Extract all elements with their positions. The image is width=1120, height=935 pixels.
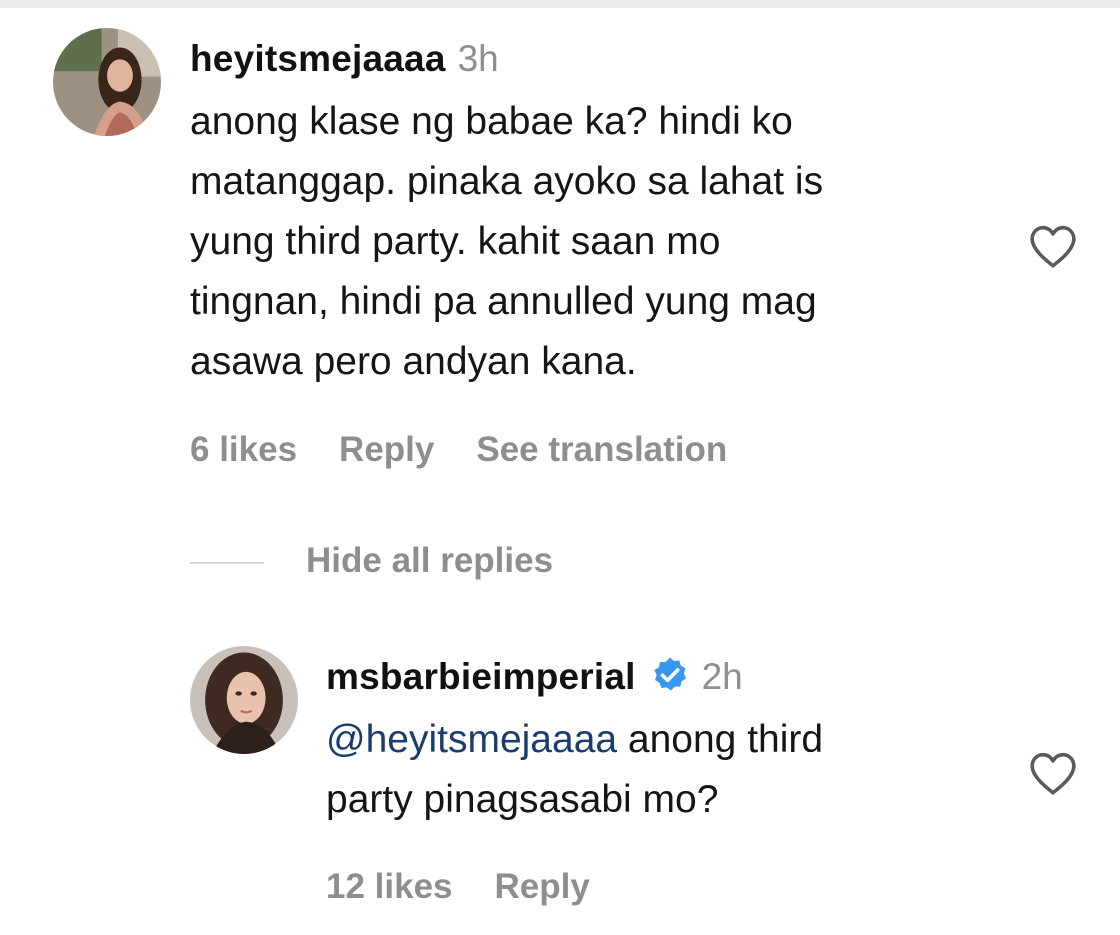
top-divider [0,0,1120,8]
likes-count[interactable]: 6 likes [190,430,297,469]
comment-username[interactable]: heyitsmejaaaa [190,38,446,79]
reply-actions: 12 likes Reply [326,867,632,907]
reply-line-rest: anong third [617,718,824,761]
heart-icon[interactable] [1028,750,1078,796]
comment-text: anong klase ng babae ka? hindi ko matang… [190,92,823,392]
see-translation-button[interactable]: See translation [476,430,727,469]
reply-username[interactable]: msbarbieimperial [326,656,636,697]
hide-replies-button[interactable]: Hide all replies [306,541,553,581]
comment-line: matanggap. pinaka ayoko sa lahat is [190,160,824,203]
reply-button[interactable]: Reply [495,867,590,906]
reply-line: party pinagsasabi mo? [326,778,719,821]
reply-time[interactable]: 2h [702,656,743,697]
avatar[interactable] [53,28,161,136]
comment-line: asawa pero andyan kana. [190,340,637,383]
replies-divider [190,562,264,564]
comment-time[interactable]: 3h [458,38,499,79]
likes-count[interactable]: 12 likes [326,867,453,906]
reply-text: @heyitsmejaaaa anong third party pinagsa… [326,710,823,830]
mention-link[interactable]: @heyitsmejaaaa [326,718,617,761]
comment-line: anong klase ng babae ka? hindi ko [190,100,793,143]
avatar[interactable] [190,646,298,754]
reply-line: @heyitsmejaaaa anong third [326,710,823,770]
verified-badge-icon [650,655,690,695]
comment-line: tingnan, hindi pa annulled yung mag [190,280,817,323]
comment-actions: 6 likes Reply See translation [190,430,769,470]
reply-header: msbarbieimperial 2h [326,655,743,698]
heart-icon[interactable] [1028,223,1078,269]
reply-button[interactable]: Reply [339,430,434,469]
comment-header: heyitsmejaaaa 3h [190,38,499,80]
comment-line: yung third party. kahit saan mo [190,220,721,263]
